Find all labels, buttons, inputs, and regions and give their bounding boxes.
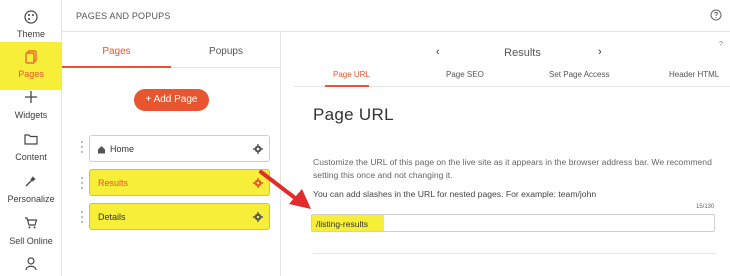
rail-item-label: Sell Online xyxy=(9,236,53,246)
palette-icon xyxy=(24,10,38,24)
next-page-button[interactable]: › xyxy=(598,46,602,58)
tab-page-seo[interactable]: Page SEO xyxy=(446,70,484,79)
page-row-home[interactable]: Home xyxy=(89,135,270,162)
pages-panel: Pages Popups + Add Page Home Results Det… xyxy=(62,32,281,276)
cart-icon xyxy=(25,217,38,229)
personalize-icon xyxy=(25,176,36,187)
current-page-title: Results xyxy=(504,47,541,59)
annotation-arrow-icon xyxy=(259,170,311,209)
page-row-label: Home xyxy=(110,144,135,154)
home-icon xyxy=(98,146,105,154)
tab-page-url[interactable]: Page URL xyxy=(333,70,370,79)
rail-item-account[interactable] xyxy=(0,252,62,276)
tab-pages[interactable]: Pages xyxy=(62,32,171,68)
help-icon[interactable] xyxy=(710,9,722,21)
gear-icon[interactable] xyxy=(253,144,263,154)
nested-pages-note: You can add slashes in the URL for neste… xyxy=(313,189,597,199)
section-divider xyxy=(313,253,716,254)
page-row-details[interactable]: Details xyxy=(89,203,270,230)
user-icon xyxy=(25,257,37,270)
gear-icon[interactable] xyxy=(253,212,263,222)
rail-item-label: Theme xyxy=(16,29,45,39)
character-counter: 15/130 xyxy=(696,204,715,210)
section-heading: Page URL xyxy=(313,105,394,124)
tab-header-html[interactable]: Header HTML xyxy=(669,70,719,79)
panel-title: PAGES AND POPUPS xyxy=(76,11,171,21)
folder-icon xyxy=(24,134,38,145)
rail-item-pages[interactable]: Pages xyxy=(0,42,62,90)
plus-icon xyxy=(25,91,37,103)
page-url-input[interactable]: /listing-results xyxy=(311,214,715,232)
tab-set-page-access[interactable]: Set Page Access xyxy=(549,70,609,79)
drag-handle-icon[interactable] xyxy=(80,140,84,154)
rail-item-label: Personalize xyxy=(7,194,55,204)
left-rail: Theme Pages Widgets Content Personalize … xyxy=(0,0,62,276)
pages-icon xyxy=(25,50,37,64)
active-tab-underline xyxy=(325,85,369,87)
page-row-label: Results xyxy=(98,178,129,188)
help-icon[interactable]: ? xyxy=(719,41,723,48)
tab-popups[interactable]: Popups xyxy=(171,32,281,68)
add-page-button[interactable]: + Add Page xyxy=(134,89,209,111)
page-url-value: /listing-results xyxy=(316,219,368,229)
rail-item-label: Pages xyxy=(18,69,44,79)
panel-header: PAGES AND POPUPS xyxy=(62,0,730,32)
drag-handle-icon[interactable] xyxy=(80,210,84,224)
previous-page-button[interactable]: ‹ xyxy=(436,46,440,58)
page-row-results[interactable]: Results xyxy=(89,169,270,196)
url-description: Customize the URL of this page on the li… xyxy=(313,157,712,180)
page-row-label: Details xyxy=(98,212,126,222)
rail-item-label: Widgets xyxy=(14,110,48,120)
rail-item-label: Content xyxy=(15,152,47,162)
drag-handle-icon[interactable] xyxy=(80,176,84,190)
